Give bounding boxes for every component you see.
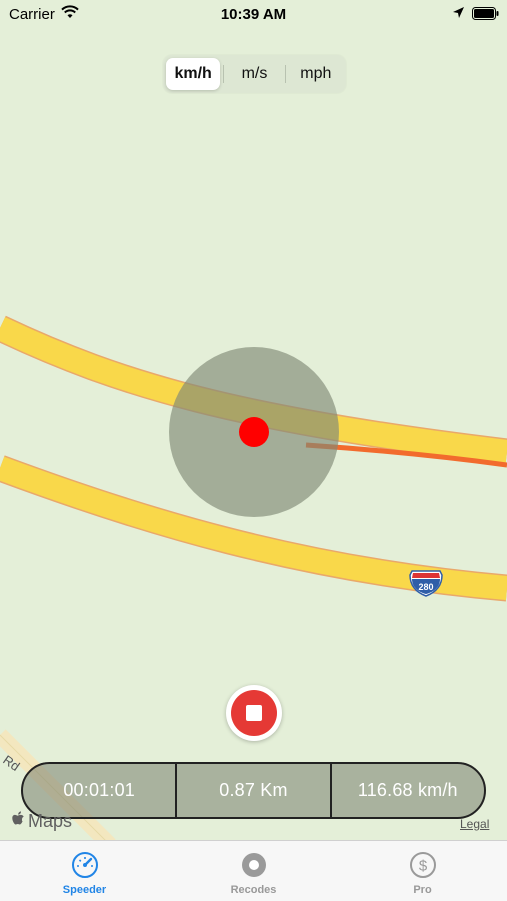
legal-link[interactable]: Legal xyxy=(460,817,489,831)
trip-stats-bar: 00:01:01 0.87 Km 116.68 km/h xyxy=(21,762,486,819)
interstate-number: 280 xyxy=(418,582,433,592)
clock: 10:39 AM xyxy=(220,6,287,23)
battery-icon xyxy=(472,7,499,24)
tab-bar: Speeder Recodes $ Pro xyxy=(0,840,507,901)
tab-speeder-label: Speeder xyxy=(62,884,107,896)
location-arrow-icon xyxy=(452,6,465,23)
elapsed-time: 00:01:01 xyxy=(63,780,135,800)
maps-label: Maps xyxy=(28,811,73,831)
record-icon xyxy=(240,851,268,882)
tab-pro-label: Pro xyxy=(413,884,432,896)
current-location-dot xyxy=(239,417,269,447)
tab-recodes-label: Recodes xyxy=(230,884,277,896)
apple-logo-icon xyxy=(12,811,26,832)
status-bar: Carrier 10:39 AM xyxy=(0,0,507,30)
svg-text:$: $ xyxy=(418,858,427,875)
segment-divider xyxy=(223,65,225,83)
unit-selector: km/h m/s mph xyxy=(163,55,346,93)
tab-recodes[interactable]: Recodes xyxy=(169,841,338,901)
stop-recording-icon xyxy=(231,690,277,736)
maps-attribution: Maps xyxy=(12,811,72,832)
tab-speeder[interactable]: Speeder xyxy=(0,841,169,901)
segment-divider xyxy=(284,65,286,83)
unit-kmh-segment[interactable]: km/h xyxy=(166,58,221,90)
unit-mph-segment[interactable]: mph xyxy=(289,58,343,90)
tab-pro[interactable]: $ Pro xyxy=(338,841,507,901)
distance: 0.87 Km xyxy=(175,764,329,817)
current-speed: 116.68 km/h xyxy=(329,764,484,817)
dollar-icon: $ xyxy=(409,851,437,882)
unit-ms-segment[interactable]: m/s xyxy=(227,58,281,90)
speedometer-icon xyxy=(71,851,99,882)
stop-recording-button[interactable] xyxy=(226,685,282,741)
